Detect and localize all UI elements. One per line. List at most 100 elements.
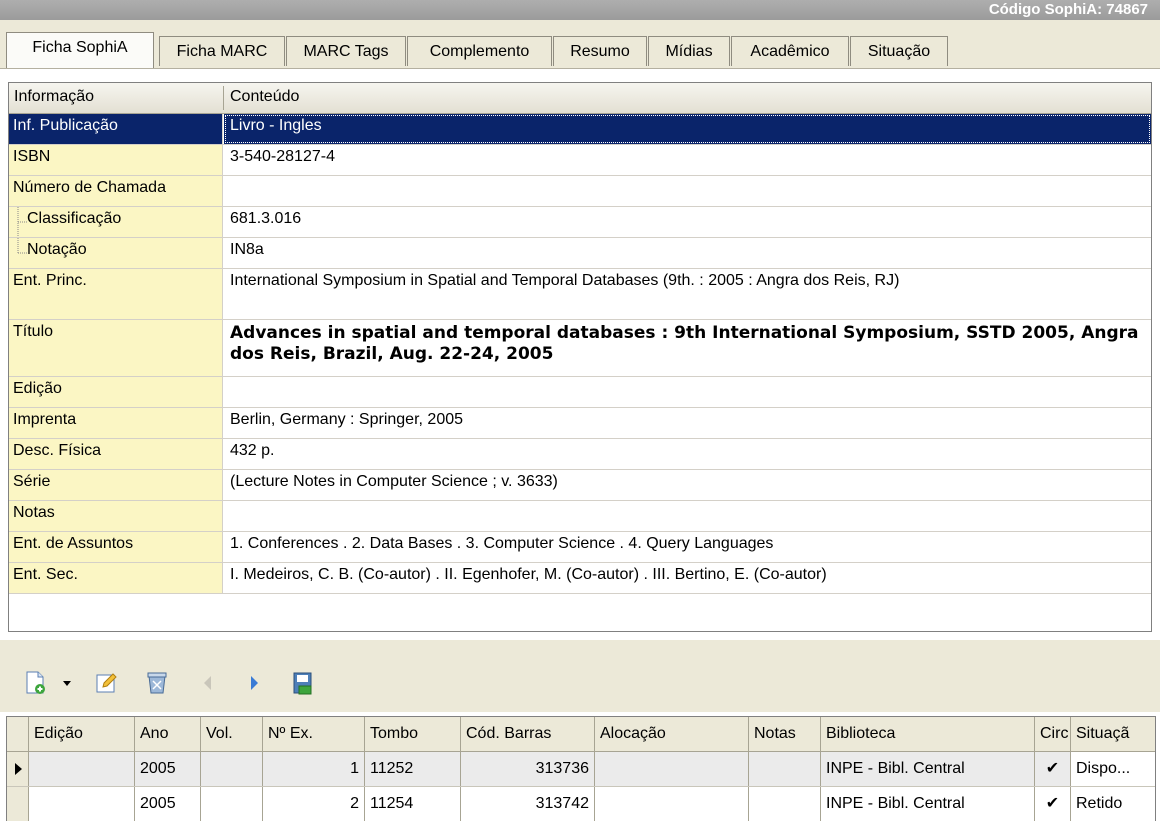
- detail-row-inf-publicacao[interactable]: Inf. Publicação Livro - Ingles: [9, 114, 1151, 145]
- row-value: [224, 501, 1151, 531]
- cell-situacao: Dispo...: [1076, 760, 1131, 777]
- cell-tombo: 11252: [365, 752, 461, 786]
- column-header-ano[interactable]: Ano: [135, 717, 201, 751]
- column-header-conteudo[interactable]: Conteúdo: [230, 88, 299, 106]
- detail-row-desc-fisica[interactable]: Desc. Física 432 p.: [9, 439, 1151, 470]
- row-label: ISBN: [9, 145, 223, 175]
- detail-row-isbn[interactable]: ISBN 3-540-28127-4: [9, 145, 1151, 176]
- detail-row-edicao[interactable]: Edição: [9, 377, 1151, 408]
- row-value: [224, 176, 1151, 206]
- row-label: Edição: [9, 377, 223, 407]
- row-value: Berlin, Germany : Springer, 2005: [230, 411, 464, 428]
- copy-row[interactable]: 2005 1 11252 313736 INPE - Bibl. Central…: [7, 752, 1155, 787]
- detail-row-ent-sec[interactable]: Ent. Sec. I. Medeiros, C. B. (Co-autor) …: [9, 563, 1151, 594]
- cell-biblioteca: INPE - Bibl. Central: [821, 787, 1035, 821]
- column-header-vol[interactable]: Vol.: [201, 717, 263, 751]
- row-value: [224, 377, 1151, 407]
- column-header-informacao[interactable]: Informação: [14, 88, 94, 106]
- tree-line-icon: [17, 207, 27, 237]
- copies-grid-header: Edição Ano Vol. Nº Ex. Tombo Cód. Barras…: [7, 717, 1155, 752]
- row-value: 432 p.: [230, 442, 275, 459]
- row-value: (Lecture Notes in Computer Science ; v. …: [230, 473, 558, 490]
- row-label: Série: [9, 470, 223, 500]
- column-header-biblioteca[interactable]: Biblioteca: [821, 717, 1035, 751]
- cell-circ: ✔: [1035, 752, 1071, 786]
- cell-vol: [201, 787, 263, 821]
- row-value: 3-540-28127-4: [230, 148, 335, 165]
- detail-grid[interactable]: Informação Conteúdo Inf. Publicação Livr…: [8, 82, 1152, 632]
- row-label: Ent. de Assuntos: [9, 532, 223, 562]
- cell-cod-barras: 313736: [461, 752, 595, 786]
- detail-row-ent-princ[interactable]: Ent. Princ. International Symposium in S…: [9, 269, 1151, 320]
- cell-ano: 2005: [135, 787, 201, 821]
- cell-notas: [749, 787, 821, 821]
- copy-row[interactable]: 2005 2 11254 313742 INPE - Bibl. Central…: [7, 787, 1155, 821]
- column-header-circ[interactable]: Circ: [1035, 717, 1071, 751]
- row-label: Número de Chamada: [9, 176, 223, 206]
- tab-academico[interactable]: Acadêmico: [731, 36, 849, 66]
- detail-row-classificacao[interactable]: Classificação 681.3.016: [9, 207, 1151, 238]
- detail-row-serie[interactable]: Série (Lecture Notes in Computer Science…: [9, 470, 1151, 501]
- row-label-wrap: Classificação: [9, 207, 223, 237]
- row-value: IN8a: [230, 241, 264, 258]
- column-header-cod-barras[interactable]: Cód. Barras: [461, 717, 595, 751]
- column-header-n-ex[interactable]: Nº Ex.: [263, 717, 365, 751]
- tree-line-icon: [17, 238, 27, 254]
- edit-icon[interactable]: [92, 670, 122, 696]
- detail-row-notacao[interactable]: Notação IN8a: [9, 238, 1151, 269]
- cell-alocacao: [595, 752, 749, 786]
- row-label: Notação: [27, 241, 87, 258]
- next-icon[interactable]: [242, 670, 268, 696]
- delete-icon[interactable]: [142, 670, 172, 696]
- code-label: Código SophiA: 74867: [988, 1, 1148, 18]
- cell-edicao: [29, 752, 135, 786]
- detail-row-numero-chamada[interactable]: Número de Chamada: [9, 176, 1151, 207]
- tab-resumo[interactable]: Resumo: [553, 36, 647, 66]
- column-header-notas[interactable]: Notas: [749, 717, 821, 751]
- tab-ficha-sophia[interactable]: Ficha SophiA: [6, 32, 154, 68]
- cell-n-ex: 2: [263, 787, 365, 821]
- row-value: Livro - Ingles: [224, 114, 1151, 144]
- tab-situacao[interactable]: Situação: [850, 36, 948, 66]
- row-value: 681.3.016: [230, 210, 302, 227]
- column-header-tombo[interactable]: Tombo: [365, 717, 461, 751]
- row-indicator: [7, 787, 29, 821]
- detail-row-titulo[interactable]: Título Advances in spatial and temporal …: [9, 320, 1151, 377]
- row-label: Imprenta: [9, 408, 223, 438]
- detail-row-imprenta[interactable]: Imprenta Berlin, Germany : Springer, 200…: [9, 408, 1151, 439]
- save-icon[interactable]: [288, 670, 318, 696]
- tab-strip: Ficha SophiA Ficha MARC MARC Tags Comple…: [0, 20, 1160, 69]
- cell-vol: [201, 752, 263, 786]
- column-header-alocacao[interactable]: Alocação: [595, 717, 749, 751]
- cell-alocacao: [595, 787, 749, 821]
- column-header-situacao[interactable]: Situaçã: [1071, 717, 1155, 751]
- dropdown-arrow-icon[interactable]: [56, 670, 78, 696]
- tab-midias[interactable]: Mídias: [648, 36, 730, 66]
- detail-row-ent-assuntos[interactable]: Ent. de Assuntos 1. Conferences . 2. Dat…: [9, 532, 1151, 563]
- row-value-title: Advances in spatial and temporal databas…: [230, 323, 1139, 364]
- previous-icon[interactable]: [194, 670, 220, 696]
- copies-grid[interactable]: Edição Ano Vol. Nº Ex. Tombo Cód. Barras…: [6, 716, 1156, 821]
- cell-notas: [749, 752, 821, 786]
- cell-biblioteca: INPE - Bibl. Central: [821, 752, 1035, 786]
- tab-complemento[interactable]: Complemento: [407, 36, 552, 66]
- row-value: 1. Conferences . 2. Data Bases . 3. Comp…: [230, 535, 774, 552]
- row-value: I. Medeiros, C. B. (Co-autor) . II. Egen…: [230, 566, 827, 583]
- row-label-wrap: Notação: [9, 238, 223, 268]
- column-header-edicao[interactable]: Edição: [29, 717, 135, 751]
- detail-grid-header: Informação Conteúdo: [9, 83, 1151, 114]
- row-label: Classificação: [27, 210, 122, 227]
- row-label: Desc. Física: [9, 439, 223, 469]
- copies-toolbar: [0, 640, 1160, 712]
- tab-marc-tags[interactable]: MARC Tags: [286, 36, 406, 66]
- tab-ficha-marc[interactable]: Ficha MARC: [159, 36, 285, 66]
- detail-row-notas[interactable]: Notas: [9, 501, 1151, 532]
- cell-cod-barras: 313742: [461, 787, 595, 821]
- row-label: Ent. Sec.: [9, 563, 223, 593]
- row-value: International Symposium in Spatial and T…: [230, 272, 900, 289]
- new-document-icon[interactable]: [20, 670, 50, 696]
- current-row-arrow-icon: [7, 752, 29, 786]
- cell-situacao: Retido: [1076, 795, 1123, 812]
- cell-circ: ✔: [1035, 787, 1071, 821]
- title-bar: Código SophiA: 74867: [0, 0, 1160, 21]
